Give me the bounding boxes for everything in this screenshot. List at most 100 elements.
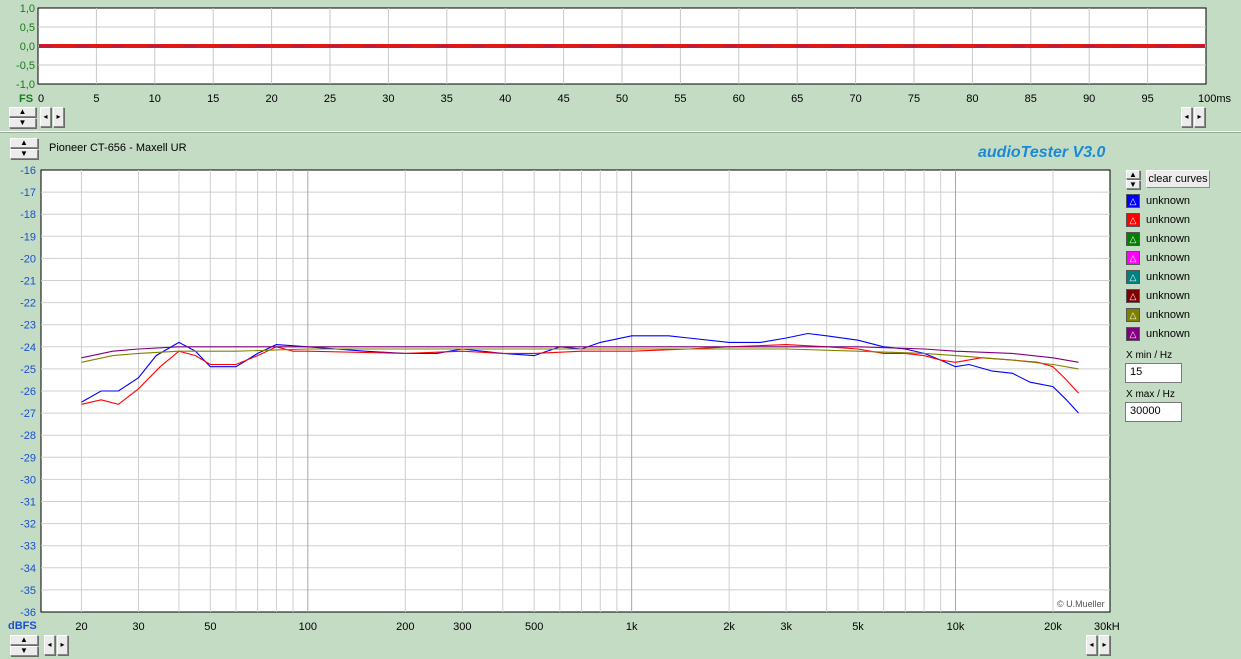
fr-y-tick-label: -36 — [20, 607, 36, 619]
graph-freq-right-button[interactable]: ▸ — [1099, 635, 1110, 655]
legend-item[interactable]: △ unknown — [1126, 212, 1190, 228]
legend-item[interactable]: △ unknown — [1126, 288, 1190, 304]
curve-color-swatch-icon[interactable]: △ — [1126, 251, 1140, 265]
fr-y-tick-label: -17 — [20, 187, 36, 199]
fr-x-tick-label: 5k — [852, 621, 864, 633]
scope-x-tick-label: 5 — [93, 93, 99, 105]
scope-x-tick-label: 65 — [791, 93, 803, 105]
scope-scroll-right-button[interactable]: ▸ — [53, 107, 64, 127]
graph-y-up-button[interactable]: ▲ — [10, 635, 38, 645]
fr-y-tick-label: -19 — [20, 231, 36, 243]
fr-y-tick-label: -32 — [20, 519, 36, 531]
curve-color-swatch-icon[interactable]: △ — [1126, 327, 1140, 341]
fr-x-tick-label: 1k — [626, 621, 638, 633]
scope-x-tick-label: 45 — [557, 93, 569, 105]
legend-label: unknown — [1146, 233, 1191, 245]
scope-panel: 1,0 0,5 0,0 -0,5 -1,0 0 5 10 15 20 25 30 35 40 45 50 55… — [16, 3, 1231, 105]
scope-fs-label: FS — [19, 93, 33, 105]
copyright-text: © U.Mueller — [1057, 599, 1105, 609]
graph-title: Pioneer CT-656 - Maxell UR — [49, 142, 187, 154]
scope-scroll-left-button[interactable]: ◂ — [40, 107, 51, 127]
legend-label: unknown — [1146, 309, 1191, 321]
scope-x-tick-label: 15 — [207, 93, 219, 105]
scope-x-tick-label: 80 — [966, 93, 978, 105]
fr-y-tick-label: -25 — [20, 364, 36, 376]
fr-x-tick-label: 200 — [396, 621, 414, 633]
scope-x-tick-label: 55 — [674, 93, 686, 105]
fr-x-tick-label: 20k — [1044, 621, 1062, 633]
legend-scroll-up-button[interactable]: ▲ — [1126, 170, 1140, 179]
graph-y-down-button[interactable]: ▼ — [10, 646, 38, 656]
fr-x-tick-label: 30kHz — [1094, 621, 1120, 633]
curve-color-swatch-icon[interactable]: △ — [1126, 232, 1140, 246]
xmax-label: X max / Hz — [1126, 389, 1175, 400]
legend-scroll-down-button[interactable]: ▼ — [1126, 180, 1140, 189]
scope-x-tick-label: 30 — [382, 93, 394, 105]
scope-x-tick-label: 20 — [265, 93, 277, 105]
scope-x-tick-label: 10 — [149, 93, 161, 105]
fr-y-tick-label: -23 — [20, 320, 36, 332]
curve-color-swatch-icon[interactable]: △ — [1126, 194, 1140, 208]
legend-item[interactable]: △ unknown — [1126, 231, 1190, 247]
legend-label: unknown — [1146, 252, 1191, 264]
fr-x-tick-label: 50 — [204, 621, 216, 633]
fr-y-tick-label: -16 — [20, 165, 36, 177]
fr-y-tick-label: -34 — [20, 563, 36, 575]
fr-x-tick-label: 500 — [525, 621, 543, 633]
scope-x-tick-label: 35 — [441, 93, 453, 105]
curve-color-swatch-icon[interactable]: △ — [1126, 308, 1140, 322]
fr-y-tick-label: -24 — [20, 342, 36, 354]
legend-item[interactable]: △ unknown — [1126, 307, 1190, 323]
fr-y-tick-label: -28 — [20, 430, 36, 442]
scope-x-tick-label: 90 — [1083, 93, 1095, 105]
fr-x-tick-label: 3k — [780, 621, 792, 633]
scope-time-right-button[interactable]: ▸ — [1194, 107, 1205, 127]
scope-time-left-button[interactable]: ◂ — [1181, 107, 1192, 127]
scope-x-tick-label: 75 — [908, 93, 920, 105]
graph-x-scroll-right-button[interactable]: ▸ — [57, 635, 68, 655]
legend-label: unknown — [1146, 195, 1191, 207]
fr-x-tick-label: 20 — [75, 621, 87, 633]
curve-color-swatch-icon[interactable]: △ — [1126, 270, 1140, 284]
fr-y-tick-label: -27 — [20, 408, 36, 420]
curve-color-swatch-icon[interactable]: △ — [1126, 289, 1140, 303]
scope-x-tick-label: 50 — [616, 93, 628, 105]
fr-y-tick-label: -20 — [20, 253, 36, 265]
scope-amplitude-up-button[interactable]: ▲ — [9, 107, 36, 117]
xmin-label: X min / Hz — [1126, 350, 1173, 361]
fr-y-tick-label: -18 — [20, 209, 36, 221]
legend-item[interactable]: △ unknown — [1126, 326, 1190, 342]
fr-y-tick-label: -29 — [20, 452, 36, 464]
fr-x-tick-label: 300 — [453, 621, 471, 633]
scope-x-tick-label: 60 — [733, 93, 745, 105]
scope-x-tick-label: 25 — [324, 93, 336, 105]
legend-label: unknown — [1146, 271, 1191, 283]
scope-y-tick-label: -0,5 — [16, 60, 35, 72]
graph-freq-left-button[interactable]: ◂ — [1086, 635, 1097, 655]
scope-x-tick-label: 0 — [38, 93, 44, 105]
y-unit-label: dBFS — [8, 620, 37, 632]
graph-zoom-up-button[interactable]: ▲ — [10, 138, 38, 148]
frequency-response-chart: -16 -17 -18 -19 -20 -21 -22 -23 -24 -25 -26 -27 -28 -… — [20, 165, 1120, 633]
scope-amplitude-down-button[interactable]: ▼ — [9, 118, 36, 128]
graph-x-scroll-left-button[interactable]: ◂ — [44, 635, 55, 655]
scope-y-tick-label: 1,0 — [20, 3, 35, 15]
graph-zoom-down-button[interactable]: ▼ — [10, 149, 38, 159]
scope-x-tick-label: 70 — [849, 93, 861, 105]
xmax-input[interactable]: 30000 — [1125, 402, 1182, 422]
fr-y-tick-label: -21 — [20, 276, 36, 288]
legend-item[interactable]: △ unknown — [1126, 250, 1190, 266]
xmin-input[interactable]: 15 — [1125, 363, 1182, 383]
fr-x-tick-label: 10k — [947, 621, 965, 633]
scope-y-tick-label: -1,0 — [16, 79, 35, 91]
legend-item[interactable]: △ unknown — [1126, 269, 1190, 285]
scope-x-tick-label: 85 — [1025, 93, 1037, 105]
legend-item[interactable]: △ unknown — [1126, 193, 1190, 209]
scope-x-tick-label: 40 — [499, 93, 511, 105]
fr-y-tick-label: -30 — [20, 474, 36, 486]
clear-curves-button[interactable]: clear curves — [1146, 170, 1210, 188]
curve-color-swatch-icon[interactable]: △ — [1126, 213, 1140, 227]
scope-y-tick-label: 0,5 — [20, 22, 35, 34]
legend-label: unknown — [1146, 328, 1191, 340]
legend-label: unknown — [1146, 290, 1191, 302]
